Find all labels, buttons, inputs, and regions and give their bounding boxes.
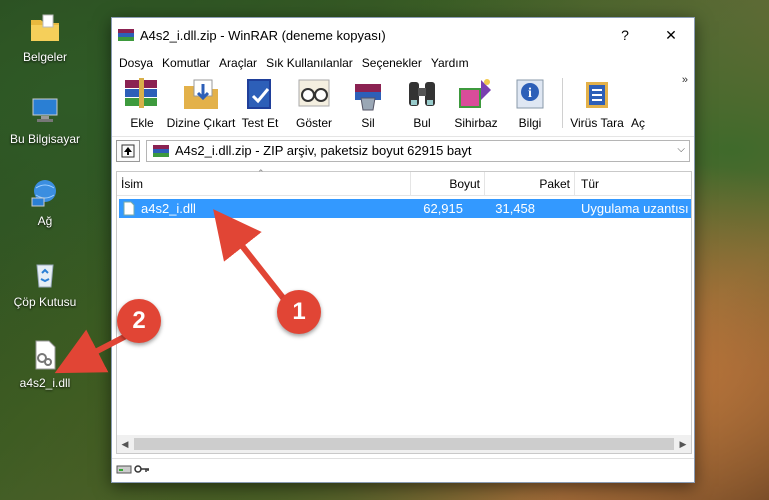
desktop-icon-documents[interactable]: Belgeler xyxy=(5,12,85,64)
sort-indicator-icon: ⌃ xyxy=(257,168,265,178)
folder-icon xyxy=(28,12,62,46)
toolbar: Ekle Dizine Çıkart Test Et Göster Sil Bu… xyxy=(112,74,694,136)
tool-label: Bilgi xyxy=(518,116,542,130)
add-button[interactable]: Ekle xyxy=(118,74,166,130)
recycle-bin-icon xyxy=(28,257,62,291)
title-bar[interactable]: A4s2_i.dll.zip - WinRAR (deneme kopyası)… xyxy=(112,18,694,52)
window-title: A4s2_i.dll.zip - WinRAR (deneme kopyası) xyxy=(140,27,386,43)
file-packed-cell: 31,458 xyxy=(495,201,535,216)
help-button[interactable]: ? xyxy=(602,18,648,52)
tool-label: Aç xyxy=(631,116,646,130)
network-icon xyxy=(28,176,62,210)
desktop-icon-label: Çöp Kutusu xyxy=(13,295,77,309)
tool-label: Ekle xyxy=(130,116,154,130)
comment-button[interactable]: Aç xyxy=(631,74,651,130)
file-name-cell: a4s2_i.dll xyxy=(141,201,196,216)
winrar-app-icon xyxy=(118,28,134,42)
binoculars-icon xyxy=(401,76,443,112)
column-type-label: Tür xyxy=(581,177,599,191)
tool-label: Göster xyxy=(295,116,332,130)
column-name-label: İsim xyxy=(121,177,143,191)
comment-icon xyxy=(631,76,651,112)
find-button[interactable]: Bul xyxy=(398,74,446,130)
desktop-icon-label: Belgeler xyxy=(22,50,68,64)
file-list: ⌃ İsim Boyut Paket Tür a4s2_i.dll 62,915… xyxy=(116,168,692,454)
menu-help[interactable]: Yardım xyxy=(427,56,473,70)
desktop-icon-label: Bu Bilgisayar xyxy=(9,132,81,146)
menu-commands[interactable]: Komutlar xyxy=(158,56,214,70)
column-header-type[interactable]: Tür xyxy=(575,172,691,196)
info-icon: i xyxy=(509,76,551,112)
computer-icon xyxy=(28,94,62,128)
drive-icon[interactable] xyxy=(116,463,132,478)
address-bar: A4s2_i.dll.zip - ZIP arşiv, paketsiz boy… xyxy=(112,136,694,164)
chevron-down-icon[interactable]: ⌵ xyxy=(677,144,685,155)
scroll-right-icon[interactable]: ▶ xyxy=(675,439,691,450)
test-book-icon xyxy=(239,76,281,112)
delete-button[interactable]: Sil xyxy=(344,74,392,130)
extract-folder-icon xyxy=(180,76,222,112)
delete-icon xyxy=(347,76,389,112)
step-badge-1: 1 xyxy=(277,290,321,334)
tool-label: Dizine Çıkart xyxy=(166,116,236,130)
file-icon xyxy=(123,201,137,217)
menu-tools[interactable]: Araçlar xyxy=(215,56,261,70)
file-type-cell: Uygulama uzantısı xyxy=(581,201,689,216)
desktop-icon-this-pc[interactable]: Bu Bilgisayar xyxy=(5,94,85,146)
desktop-icon-dll-file[interactable]: a4s2_i.dll xyxy=(5,338,85,390)
column-header-size[interactable]: Boyut xyxy=(411,172,485,196)
table-row[interactable]: a4s2_i.dll 62,915 31,458 Uygulama uzantı… xyxy=(119,199,691,218)
svg-text:i: i xyxy=(528,86,532,101)
info-button[interactable]: i Bilgi xyxy=(506,74,554,130)
wizard-icon xyxy=(455,76,497,112)
menu-bar: Dosya Komutlar Araçlar Sık Kullanılanlar… xyxy=(112,52,694,74)
archive-path-text: A4s2_i.dll.zip - ZIP arşiv, paketsiz boy… xyxy=(175,143,472,158)
tool-label: Sil xyxy=(361,116,375,130)
step-badge-2: 2 xyxy=(117,299,161,343)
tool-label: Virüs Tara xyxy=(570,116,624,130)
view-button[interactable]: Göster xyxy=(290,74,338,130)
desktop-icon-network[interactable]: Ağ xyxy=(5,176,85,228)
extract-to-button[interactable]: Dizine Çıkart xyxy=(167,74,235,130)
column-header-row: ⌃ İsim Boyut Paket Tür xyxy=(117,168,691,196)
tool-label: Sihirbaz xyxy=(454,116,498,130)
wizard-button[interactable]: Sihirbaz xyxy=(452,74,500,130)
test-button[interactable]: Test Et xyxy=(236,74,284,130)
column-packed-label: Paket xyxy=(539,177,570,191)
toolbar-overflow-chevron[interactable]: » xyxy=(682,74,688,86)
add-books-icon xyxy=(121,76,163,112)
horizontal-scrollbar[interactable]: ◀ ▶ xyxy=(117,435,691,453)
up-arrow-icon xyxy=(121,144,135,157)
column-header-packed[interactable]: Paket xyxy=(485,172,575,196)
menu-options[interactable]: Seçenekler xyxy=(358,56,426,70)
dll-file-icon xyxy=(28,338,62,372)
view-glasses-icon xyxy=(293,76,335,112)
close-button[interactable]: ✕ xyxy=(648,18,694,52)
menu-file[interactable]: Dosya xyxy=(115,56,157,70)
virus-scan-icon xyxy=(576,76,618,112)
up-folder-button[interactable] xyxy=(116,139,140,162)
menu-favorites[interactable]: Sık Kullanılanlar xyxy=(262,56,357,70)
desktop-icon-recycle-bin[interactable]: Çöp Kutusu xyxy=(5,257,85,309)
tool-label: Bul xyxy=(413,116,431,130)
toolbar-separator xyxy=(562,78,563,128)
status-bar xyxy=(112,458,694,482)
scroll-thumb[interactable] xyxy=(134,438,674,450)
archive-path-dropdown[interactable]: A4s2_i.dll.zip - ZIP arşiv, paketsiz boy… xyxy=(146,139,690,162)
archive-icon xyxy=(153,144,169,158)
key-icon[interactable] xyxy=(134,463,150,478)
winrar-window: A4s2_i.dll.zip - WinRAR (deneme kopyası)… xyxy=(111,17,695,483)
desktop-icon-label: Ağ xyxy=(37,214,53,228)
scroll-left-icon[interactable]: ◀ xyxy=(117,439,133,450)
column-size-label: Boyut xyxy=(449,177,480,191)
virus-scan-button[interactable]: Virüs Tara xyxy=(569,74,625,130)
file-size-cell: 62,915 xyxy=(423,201,463,216)
desktop-icon-label: a4s2_i.dll xyxy=(19,376,71,390)
tool-label: Test Et xyxy=(241,116,279,130)
